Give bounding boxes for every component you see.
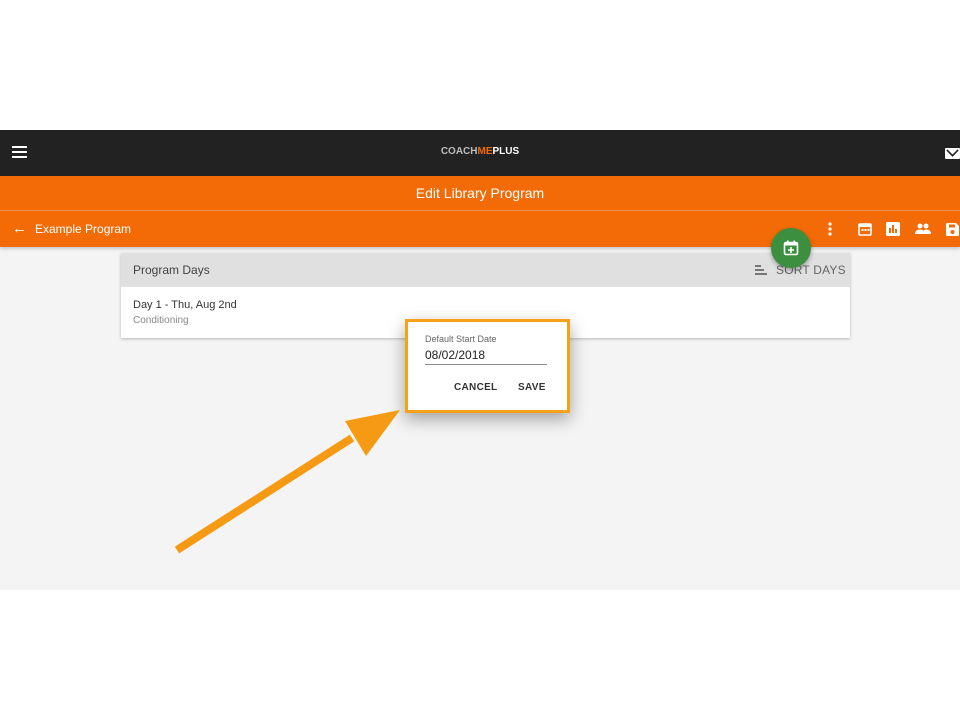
people-icon[interactable] bbox=[915, 221, 931, 237]
page-title: Edit Library Program bbox=[0, 176, 960, 211]
more-vert-icon[interactable] bbox=[822, 221, 838, 237]
logo-me: ME bbox=[477, 146, 493, 157]
day-subtitle: Conditioning bbox=[133, 315, 189, 326]
program-toolbar: ← Example Program bbox=[0, 211, 960, 247]
cancel-button[interactable]: CANCEL bbox=[454, 382, 497, 393]
top-bar: COACHMEPLUS bbox=[0, 130, 960, 176]
card-header: Program Days SORT DAYS bbox=[121, 253, 850, 287]
stats-icon[interactable] bbox=[885, 221, 901, 237]
arrow-left-icon: ← bbox=[12, 220, 27, 237]
mail-icon[interactable] bbox=[945, 148, 960, 159]
calendar-add-icon bbox=[783, 240, 799, 256]
program-name: Example Program bbox=[35, 222, 132, 236]
start-date-dialog: Default Start Date CANCEL SAVE bbox=[405, 319, 570, 413]
app-logo: COACHMEPLUS bbox=[0, 146, 960, 157]
card-title: Program Days bbox=[133, 263, 210, 277]
logo-plus: PLUS bbox=[492, 146, 520, 157]
add-day-button[interactable] bbox=[771, 228, 811, 268]
calendar-icon[interactable] bbox=[857, 221, 873, 237]
back-button[interactable]: ← Example Program bbox=[12, 220, 131, 238]
logo-coach: COACH bbox=[440, 146, 478, 157]
start-date-input[interactable] bbox=[425, 346, 547, 365]
day-title: Day 1 - Thu, Aug 2nd bbox=[133, 299, 237, 311]
sort-icon bbox=[755, 265, 767, 275]
start-date-label: Default Start Date bbox=[425, 334, 497, 344]
save-icon[interactable] bbox=[944, 221, 960, 237]
save-button[interactable]: SAVE bbox=[518, 382, 546, 393]
